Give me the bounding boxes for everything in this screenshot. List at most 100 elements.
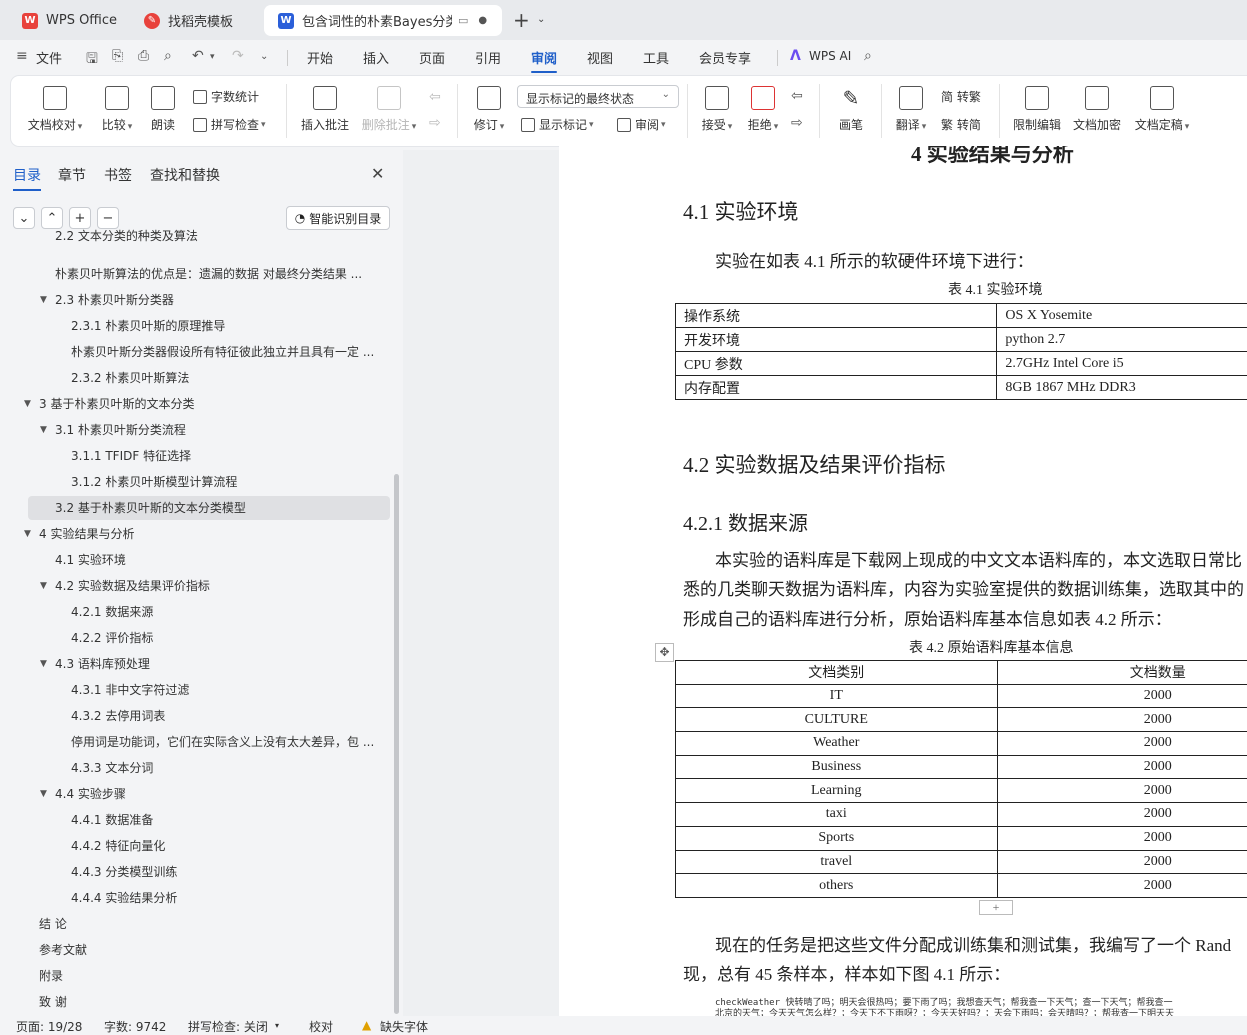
wps-ai-icon[interactable]: Ʌ	[790, 48, 801, 64]
toc-item[interactable]: 停用词是功能词，它们在实际含义上没有太大差异，包 ...	[71, 730, 374, 754]
accept-button[interactable]: 接受▾	[697, 86, 737, 133]
toc-expand-triangle-icon[interactable]: ▼	[40, 789, 50, 799]
tab-wps-office[interactable]: W WPS Office	[8, 5, 124, 36]
toc-item[interactable]: 附录	[39, 964, 63, 988]
read-aloud-button[interactable]: 朗读	[147, 86, 179, 133]
chevron-down-icon[interactable]: ⌄	[537, 14, 545, 25]
translate-button[interactable]: 翻译▾	[891, 86, 931, 133]
toc-item[interactable]: 4.3 语料库预处理	[55, 652, 150, 676]
menu-insert[interactable]: 插入	[363, 48, 389, 67]
menu-member[interactable]: 会员专享	[699, 48, 751, 67]
hamburger-icon[interactable]: ≡	[16, 48, 28, 64]
toc-item[interactable]: 4.4.2 特征向量化	[71, 834, 165, 858]
restrict-edit-button[interactable]: 限制编辑	[1011, 86, 1063, 133]
toc-item[interactable]: 朴素贝叶斯算法的优点是：遗漏的数据 对最终分类结果 ...	[55, 262, 362, 286]
revise-button[interactable]: 修订▾	[469, 86, 509, 133]
nav-tab-toc[interactable]: 目录	[13, 165, 41, 185]
toc-item[interactable]: 4.2.1 数据来源	[71, 600, 153, 624]
menu-page[interactable]: 页面	[419, 48, 445, 67]
status-page[interactable]: 页面: 19/28	[16, 1018, 82, 1035]
toc-expand-triangle-icon[interactable]: ▼	[24, 399, 34, 409]
toc-item[interactable]: 4.2 实验数据及结果评价指标	[55, 574, 210, 598]
spell-check-button[interactable]: 拼写检查▾	[193, 116, 266, 133]
nav-tab-find-replace[interactable]: 查找和替换	[150, 165, 220, 185]
toc-item[interactable]: 4.4.1 数据准备	[71, 808, 153, 832]
toc-item[interactable]: 2.3 朴素贝叶斯分类器	[55, 288, 174, 312]
encrypt-button[interactable]: 文档加密	[1071, 86, 1123, 133]
menu-view[interactable]: 视图	[587, 48, 613, 67]
document-page[interactable]: 4 实验结果与分析 4.1 实验环境 实验在如表 4.1 所示的软硬件环境下进行…	[559, 146, 1247, 1016]
export-icon[interactable]: ⎘	[112, 48, 123, 64]
toc-item[interactable]: 4.4.4 实验结果分析	[71, 886, 177, 910]
pen-button[interactable]: ✎ 画笔	[833, 86, 869, 133]
save-icon[interactable]: 🖫	[86, 48, 98, 72]
prev-comment-icon[interactable]: ⇦	[429, 89, 441, 105]
scrollbar[interactable]	[394, 474, 399, 1014]
smart-toc-button[interactable]: ◔智能识别目录	[286, 206, 390, 230]
to-simplified-button[interactable]: 繁 转简	[941, 116, 981, 133]
menu-file[interactable]: 文件	[36, 48, 62, 67]
tab-docer-templates[interactable]: ✎ 找稻壳模板	[130, 5, 258, 36]
menu-review[interactable]: 审阅	[531, 48, 557, 67]
search-icon[interactable]: ⌕	[864, 48, 872, 64]
toc-item[interactable]: 结 论	[39, 912, 67, 936]
tab-document[interactable]: W 包含词性的朴素Bayes分类在文 ▭ ●	[264, 5, 502, 36]
toc-item[interactable]: 4.3.1 非中文字符过滤	[71, 678, 189, 702]
status-words[interactable]: 字数: 9742	[104, 1018, 166, 1035]
toc-item[interactable]: 3.1 朴素贝叶斯分类流程	[55, 418, 186, 442]
toc-expand-triangle-icon[interactable]: ▼	[40, 581, 50, 591]
next-change-icon[interactable]: ⇨	[791, 115, 803, 131]
toc-item[interactable]: 4.4 实验步骤	[55, 782, 126, 806]
toc-expand-triangle-icon[interactable]: ▼	[24, 529, 34, 539]
undo-dropdown-icon[interactable]: ▾	[210, 52, 215, 62]
collapse-down-button[interactable]: ⌄	[13, 207, 35, 229]
delete-comment-button[interactable]: 删除批注▾	[359, 86, 419, 133]
more-chevron-icon[interactable]: ⌄	[260, 51, 268, 62]
toc-item[interactable]: 4.1 实验环境	[55, 548, 126, 572]
undo-icon[interactable]: ↶	[192, 48, 204, 64]
toc-item[interactable]: 参考文献	[39, 938, 87, 962]
toc-item[interactable]: 4 实验结果与分析	[39, 522, 134, 546]
status-spell[interactable]: 拼写检查: 关闭	[188, 1018, 268, 1035]
redo-icon[interactable]: ↷	[232, 48, 244, 64]
toc-expand-triangle-icon[interactable]: ▼	[40, 295, 50, 305]
finalize-button[interactable]: 文档定稿▾	[1131, 86, 1193, 133]
toc-item[interactable]: 2.2 文本分类的种类及算法	[55, 224, 198, 248]
doc-check-button[interactable]: 文档校对▾	[25, 86, 85, 133]
reject-button[interactable]: 拒绝▾	[743, 86, 783, 133]
nav-tab-chapter[interactable]: 章节	[58, 165, 86, 185]
toc-item[interactable]: 3 基于朴素贝叶斯的文本分类	[39, 392, 194, 416]
to-traditional-button[interactable]: 简 转繁	[941, 88, 981, 105]
toc-expand-triangle-icon[interactable]: ▼	[40, 659, 50, 669]
menu-reference[interactable]: 引用	[475, 48, 501, 67]
add-row-button[interactable]: +	[979, 900, 1013, 915]
toc-item[interactable]: 3.1.1 TFIDF 特征选择	[71, 444, 191, 468]
compare-button[interactable]: 比较▾	[95, 86, 139, 133]
toc-item[interactable]: 2.3.1 朴素贝叶斯的原理推导	[71, 314, 225, 338]
screen-icon[interactable]: ▭	[458, 14, 468, 27]
table-move-handle-icon[interactable]: ✥	[655, 643, 674, 662]
markup-select[interactable]: 显示标记的最终状态 ⌄	[517, 85, 679, 108]
menu-start[interactable]: 开始	[307, 48, 333, 67]
show-markup-button[interactable]: 显示标记▾	[521, 116, 594, 133]
toc-item[interactable]: 朴素贝叶斯分类器假设所有特征彼此独立并且具有一定 ...	[71, 340, 374, 364]
status-proof[interactable]: 校对	[309, 1018, 333, 1035]
review-pane-button[interactable]: 审阅▾	[617, 116, 666, 133]
new-tab-icon[interactable]: +	[513, 8, 530, 32]
insert-comment-button[interactable]: 插入批注	[299, 86, 351, 133]
word-count-button[interactable]: 字数统计	[193, 88, 259, 105]
status-missing-font[interactable]: 缺失字体	[380, 1018, 428, 1035]
chevron-down-icon[interactable]: ▾	[275, 1021, 279, 1030]
toc-item[interactable]: 2.3.2 朴素贝叶斯算法	[71, 366, 189, 390]
toc-expand-triangle-icon[interactable]: ▼	[40, 425, 50, 435]
nav-tab-bookmark[interactable]: 书签	[104, 165, 132, 185]
toc-item[interactable]: 4.3.3 文本分词	[71, 756, 153, 780]
toc-item[interactable]: 3.2 基于朴素贝叶斯的文本分类模型	[55, 496, 246, 520]
print-preview-icon[interactable]: ⌕	[164, 48, 172, 64]
menu-wps-ai[interactable]: WPS AI	[809, 49, 851, 63]
print-icon[interactable]: ⎙	[138, 48, 149, 64]
toc-item[interactable]: 4.3.2 去停用词表	[71, 704, 165, 728]
close-icon[interactable]: ✕	[371, 164, 384, 183]
toc-item[interactable]: 4.2.2 评价指标	[71, 626, 153, 650]
toc-item[interactable]: 3.1.2 朴素贝叶斯模型计算流程	[71, 470, 237, 494]
